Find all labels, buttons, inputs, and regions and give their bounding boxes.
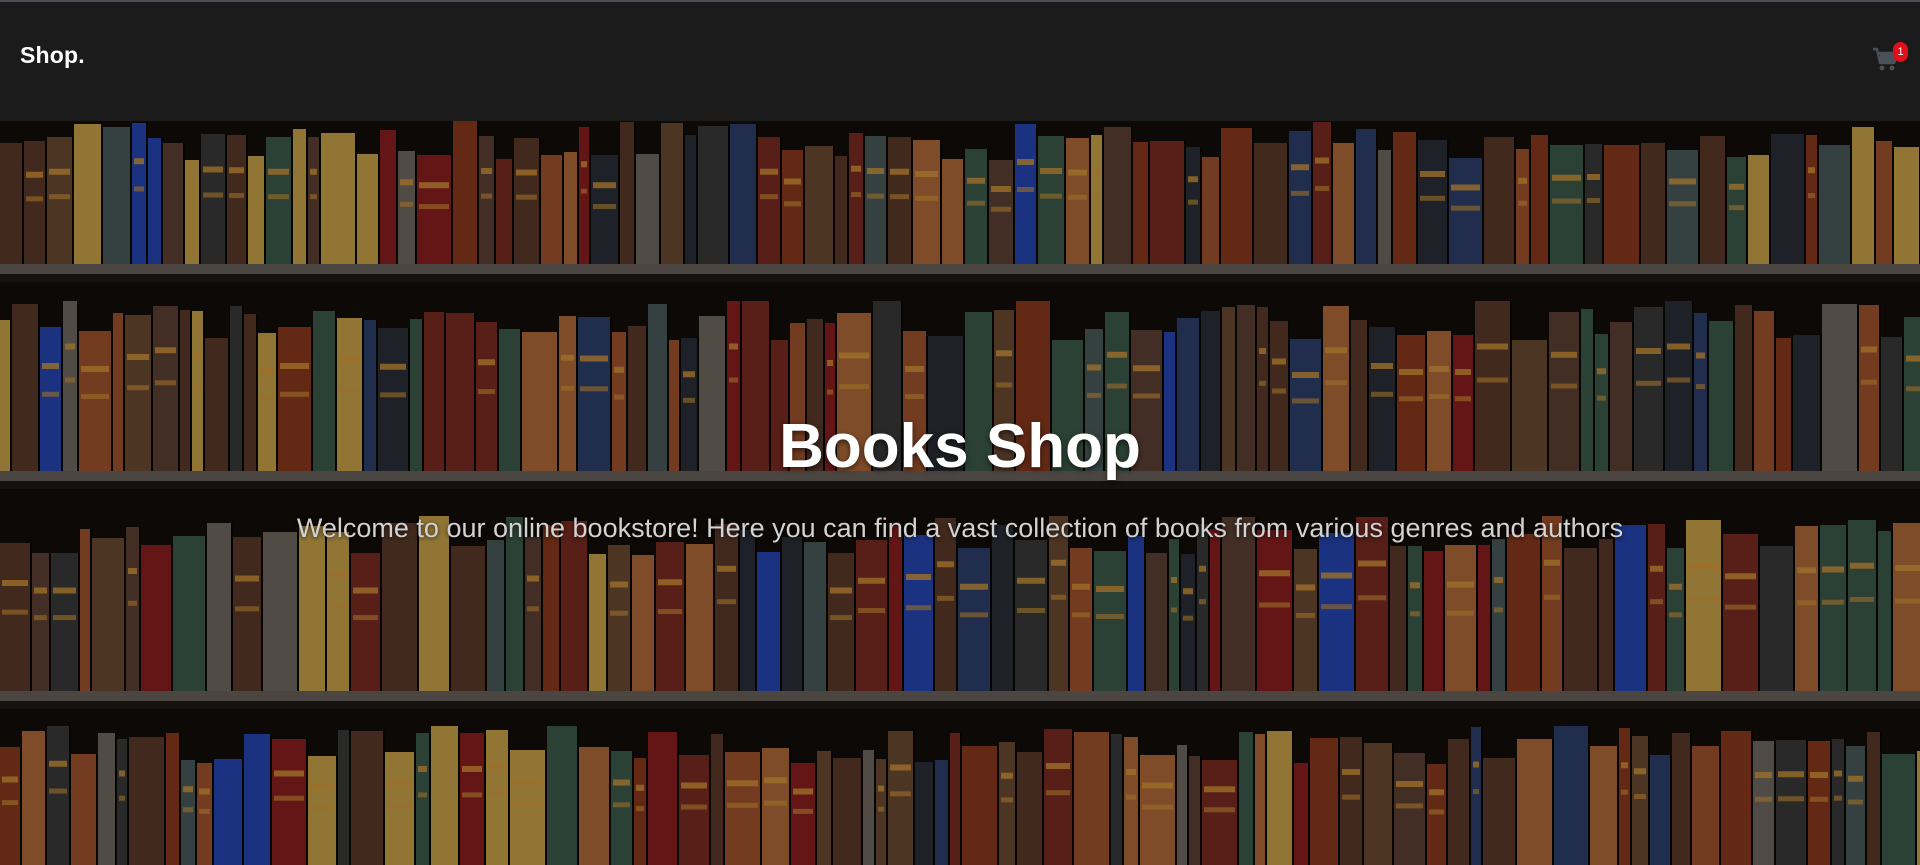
- navbar: Shop. 1: [0, 2, 1920, 121]
- hero-overlay: [0, 121, 1920, 865]
- hero-banner: Books Shop Welcome to our online booksto…: [0, 121, 1920, 865]
- cart-button[interactable]: 1: [1872, 42, 1908, 76]
- brand-logo[interactable]: Shop.: [20, 42, 85, 69]
- cart-count-badge: 1: [1893, 42, 1908, 62]
- hero-subtitle: Welcome to our online bookstore! Here yo…: [296, 513, 1624, 543]
- hero-title: Books Shop: [779, 412, 1141, 481]
